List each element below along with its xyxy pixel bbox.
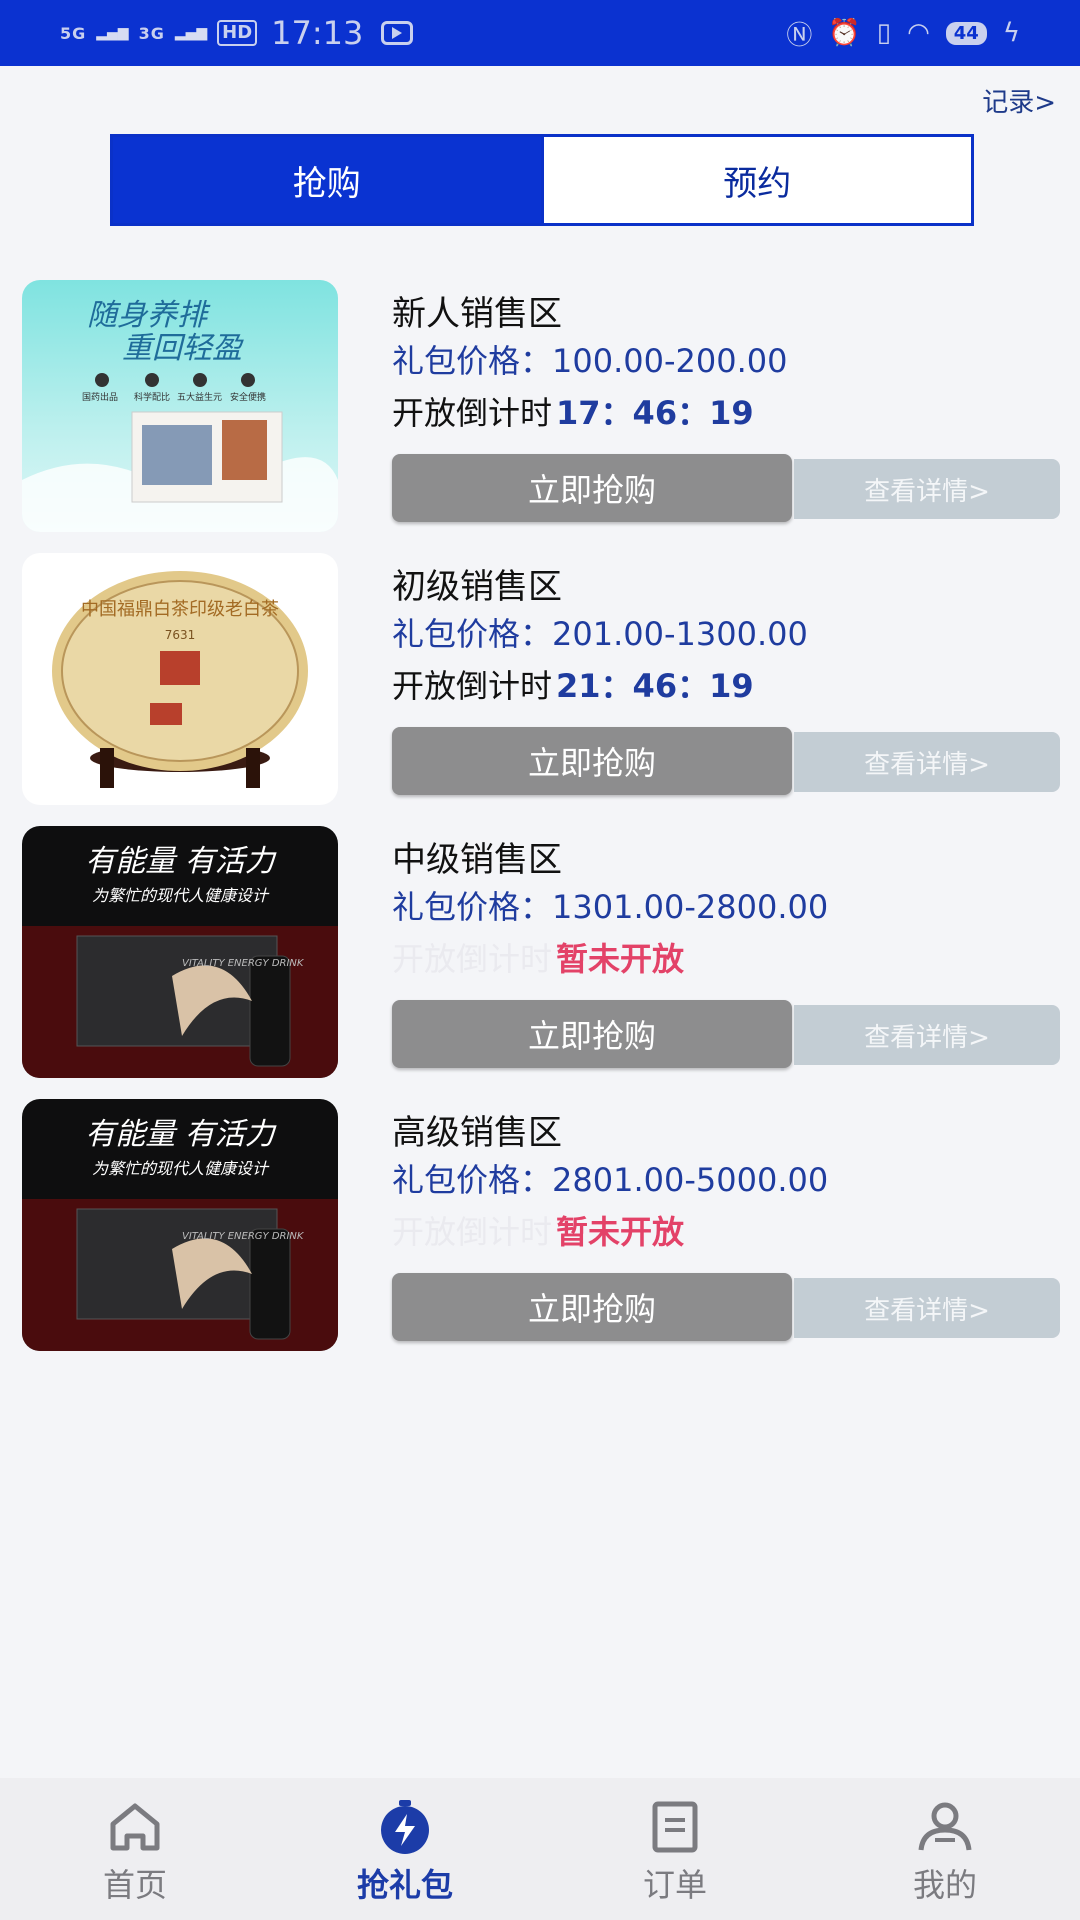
signal-bars-icon: ▂▄▆ [96,25,129,41]
product-title: 新人销售区 [392,294,562,334]
order-icon [652,1801,698,1853]
tab-reservation[interactable]: 预约 [540,137,971,223]
svg-text:VITALITY ENERGY DRINK: VITALITY ENERGY DRINK [182,1231,305,1242]
countdown-value: 17：46：19 [556,394,754,432]
product-price: 礼包价格：1301.00-2800.00 [392,888,829,926]
countdown: 开放倒计时 21：46：19 [392,661,754,707]
view-details-button[interactable]: 查看详情> [794,732,1060,792]
product-price: 礼包价格：100.00-200.00 [392,342,788,380]
countdown-value: 暂未开放 [556,1213,685,1251]
countdown-label: 开放倒计时 [392,1213,553,1251]
tab-home[interactable]: 首页 [0,1778,270,1920]
tab-flash-sale[interactable]: 抢购 [113,137,541,223]
product-image[interactable]: 有能量 有活力 为繁忙的现代人健康设计 VITALITY ENERGY DRIN… [22,826,338,1078]
svg-text:7631: 7631 [165,628,196,642]
image-headline: 有能量 有活力 [85,844,277,879]
charging-icon: ϟ [1002,18,1020,48]
view-details-button[interactable]: 查看详情> [794,1005,1060,1065]
vibrate-icon: ▯ [876,18,892,48]
segmented-tabs: 抢购 预约 [110,134,974,226]
countdown-value: 暂未开放 [556,940,685,978]
svg-text:安全便携: 安全便携 [230,391,266,403]
tab-flash-gift-label: 抢礼包 [356,1866,453,1904]
battery-icon: 44 [945,21,987,45]
tab-orders[interactable]: 订单 [540,1778,810,1920]
product-card: 中国福鼎白茶印级老白茶 7631 初级销售区 礼包价格：201.00-1300.… [0,551,1080,824]
image-headline-2: 重回轻盈 [122,331,244,366]
tab-mine-label: 我的 [912,1866,977,1904]
product-title: 初级销售区 [392,567,562,607]
record-link[interactable]: 记录> [982,82,1056,119]
view-details-button[interactable]: 查看详情> [794,459,1060,519]
svg-text:VITALITY ENERGY DRINK: VITALITY ENERGY DRINK [182,958,305,969]
tab-orders-label: 订单 [642,1866,707,1904]
home-icon [110,1803,160,1851]
media-icon [381,21,414,45]
tab-flash-gift[interactable]: 抢礼包 [270,1778,540,1920]
svg-text:为繁忙的现代人健康设计: 为繁忙的现代人健康设计 [92,886,270,905]
svg-text:国药出品: 国药出品 [82,391,118,403]
buy-now-button[interactable]: 立即抢购 [392,727,792,795]
product-card: 有能量 有活力 为繁忙的现代人健康设计 VITALITY ENERGY DRIN… [0,1097,1080,1370]
svg-text:五大益生元: 五大益生元 [177,391,222,403]
status-time: 17:13 [271,14,364,52]
product-title: 中级销售区 [392,840,562,880]
product-image[interactable]: 有能量 有活力 为繁忙的现代人健康设计 VITALITY ENERGY DRIN… [22,1099,338,1351]
countdown: 开放倒计时 17：46：19 [392,388,754,434]
product-image[interactable]: 随身养排 重回轻盈 国药出品 科学配比 五大益生元 安全便携 [22,280,338,532]
product-card: 随身养排 重回轻盈 国药出品 科学配比 五大益生元 安全便携 新人销售区 礼包价… [0,278,1080,551]
countdown-label: 开放倒计时 [392,667,553,705]
tab-home-label: 首页 [102,1866,167,1904]
user-icon [918,1802,972,1851]
signal-5g-indicator: 5G [60,23,87,43]
tab-mine[interactable]: 我的 [810,1778,1080,1920]
product-price: 礼包价格：201.00-1300.00 [392,615,808,653]
signal-bars-icon: ▂▄▆ [174,25,208,41]
signal-3g-indicator: 3G [138,23,165,43]
product-price: 礼包价格：2801.00-5000.00 [392,1161,829,1199]
countdown: 开放倒计时 暂未开放 [392,1207,684,1253]
buy-now-button[interactable]: 立即抢购 [392,1000,792,1068]
image-headline: 随身养排 [87,298,211,333]
view-details-button[interactable]: 查看详情> [794,1278,1060,1338]
product-title: 高级销售区 [392,1113,562,1153]
svg-text:科学配比: 科学配比 [134,391,170,403]
alarm-icon: ⏰ [828,18,861,48]
product-list: 随身养排 重回轻盈 国药出品 科学配比 五大益生元 安全便携 新人销售区 礼包价… [0,278,1080,1370]
flash-sale-icon [381,1800,429,1854]
svg-text:为繁忙的现代人健康设计: 为繁忙的现代人健康设计 [92,1159,270,1178]
countdown-label: 开放倒计时 [392,940,553,978]
status-bar: 5G ▂▄▆ 3G ▂▄▆ HD 17:13 Ⓝ ⏰ ▯ ◠ 44 ϟ [0,0,1080,66]
wifi-icon: ◠ [907,18,930,48]
nfc-icon: Ⓝ [786,20,813,51]
buy-now-button[interactable]: 立即抢购 [392,454,792,522]
bottom-tab-bar: 首页 抢礼包 订单 我的 [0,1778,1080,1920]
countdown-label: 开放倒计时 [392,394,553,432]
product-image[interactable]: 中国福鼎白茶印级老白茶 7631 [22,553,338,805]
image-headline: 有能量 有活力 [85,1117,277,1152]
hd-badge: HD [217,20,258,46]
product-card: 有能量 有活力 为繁忙的现代人健康设计 VITALITY ENERGY DRIN… [0,824,1080,1097]
image-title: 中国福鼎白茶印级老白茶 [81,599,279,620]
buy-now-button[interactable]: 立即抢购 [392,1273,792,1341]
countdown: 开放倒计时 暂未开放 [392,934,684,980]
countdown-value: 21：46：19 [556,667,754,705]
